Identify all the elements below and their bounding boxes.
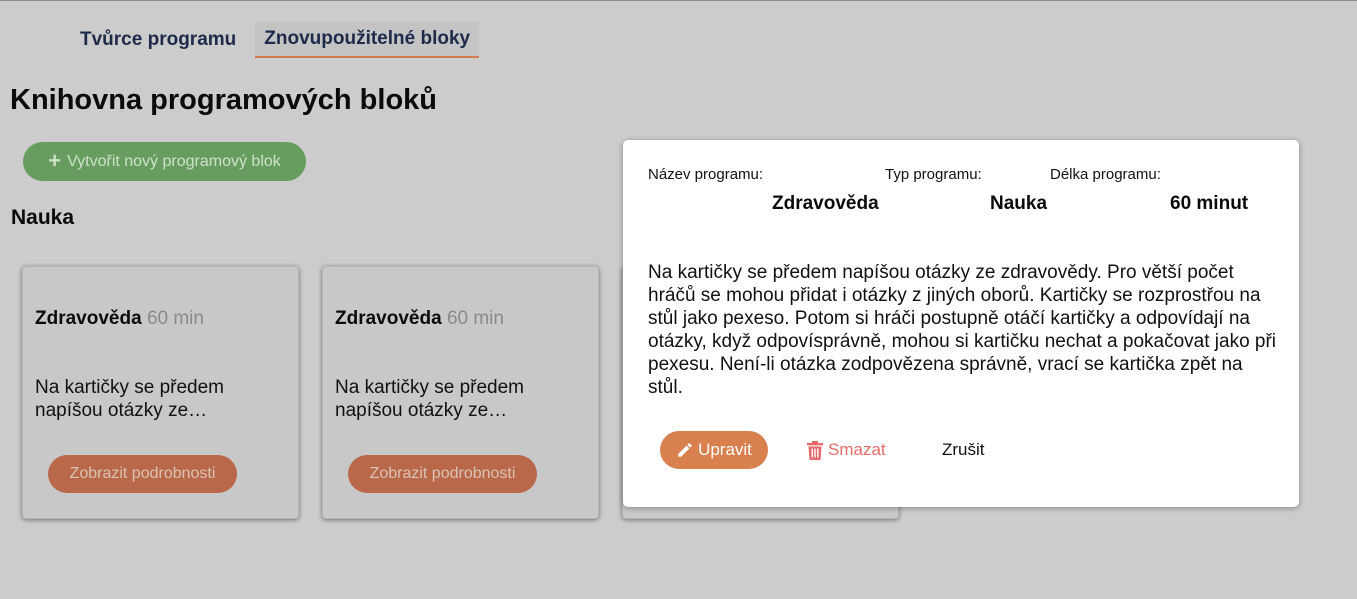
- program-length-value: 60 minut: [1170, 193, 1249, 214]
- show-details-button[interactable]: Zobrazit podrobnosti: [48, 455, 237, 493]
- program-type-label: Typ programu:: [885, 166, 982, 183]
- section-title: Nauka: [11, 206, 75, 229]
- block-card: Zdravověda 60 min Na kartičky se předem …: [22, 266, 299, 519]
- tab-reusable-blocks[interactable]: Znovupoužitelné bloky: [255, 22, 480, 58]
- program-length-label: Délka programu:: [1050, 166, 1161, 183]
- tab-bar: Tvůrce programu Znovupoužitelné bloky: [71, 22, 480, 58]
- card-title: Zdravověda 60 min: [335, 308, 504, 330]
- edit-button[interactable]: Upravit: [660, 431, 768, 469]
- card-duration: 60 min: [146, 308, 204, 329]
- page-title: Knihovna programových bloků: [10, 84, 437, 116]
- trash-icon: [807, 440, 823, 460]
- program-name-label: Název programu:: [648, 166, 764, 183]
- pencil-icon: [676, 441, 694, 459]
- plus-icon: +: [48, 147, 62, 173]
- program-type-value: Nauka: [990, 193, 1048, 214]
- show-details-button[interactable]: Zobrazit podrobnosti: [348, 455, 537, 493]
- tab-program-builder[interactable]: Tvůrce programu: [71, 22, 245, 58]
- cancel-button[interactable]: Zrušit: [942, 440, 985, 460]
- card-description: Na kartičky se předem napíšou otázky ze…: [35, 377, 225, 421]
- card-title: Zdravověda 60 min: [35, 308, 204, 330]
- edit-label: Upravit: [698, 440, 752, 459]
- card-description: Na kartičky se předem napíšou otázky ze…: [335, 377, 525, 421]
- delete-button[interactable]: Smazat: [807, 440, 886, 460]
- top-border: [0, 0, 1357, 1]
- card-name: Zdravověda: [35, 308, 142, 329]
- delete-label: Smazat: [828, 440, 886, 459]
- card-duration: 60 min: [446, 308, 504, 329]
- card-name: Zdravověda: [335, 308, 442, 329]
- program-description: Na kartičky se předem napíšou otázky ze …: [648, 262, 1277, 398]
- create-block-button[interactable]: + Vytvořit nový programový blok: [23, 142, 306, 181]
- program-name-value: Zdravověda: [772, 193, 879, 214]
- block-card: Zdravověda 60 min Na kartičky se předem …: [322, 266, 599, 519]
- block-detail-modal: Název programu: Typ programu: Délka prog…: [623, 140, 1299, 507]
- create-block-label: Vytvořit nový programový blok: [67, 152, 281, 170]
